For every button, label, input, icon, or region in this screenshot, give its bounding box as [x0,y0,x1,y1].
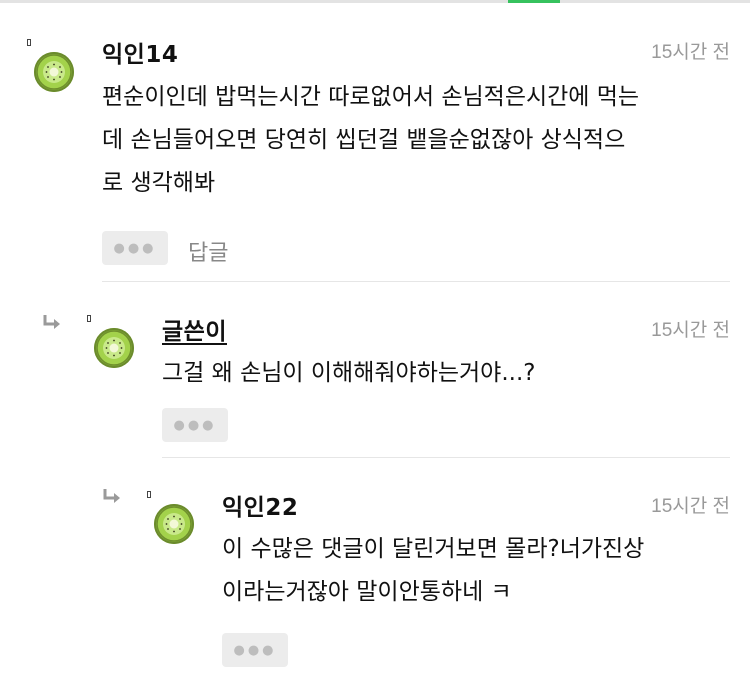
reply-arrow-icon [43,315,60,329]
more-options-button[interactable]: ●●● [162,408,228,442]
comment-author[interactable]: 익인22 [222,488,298,522]
comment-marker [87,315,91,322]
comment-text: 이 수많은 댓글이 달린거보면 몰라?너가진상 이라는거잖아 말이안통하네 ㅋ [222,528,732,614]
kiwi-icon[interactable] [34,52,74,92]
comment-text-line: 로 생각해봐 [102,170,216,196]
comment-text-line: 데 손님들어오면 당연히 씹던걸 뱉을순없잖아 상식적으 [102,127,626,153]
comment-text-line: 그걸 왜 손님이 이해해줘야하는거야...? [162,360,536,386]
comment-author[interactable]: 익인14 [102,35,178,69]
comment-text-line: 편순이인데 밥먹는시간 따로없어서 손님적은시간에 먹는 [102,84,640,110]
more-options-button[interactable]: ●●● [102,231,168,265]
comment-timestamp: 15시간 전 [651,320,730,341]
comment-text-line: 이라는거잖아 말이안통하네 ㅋ [222,579,512,605]
comment-timestamp: 15시간 전 [651,496,730,517]
comment-marker [147,491,151,498]
comment-marker [27,39,31,46]
reply-button[interactable]: 답글 [188,235,228,267]
comment-text-line: 이 수많은 댓글이 달린거보면 몰라?너가진상 [222,536,645,562]
comment-item: 익인22 15시간 전 이 수많은 댓글이 달린거보면 몰라?너가진상 이라는거… [0,458,750,680]
more-options-button[interactable]: ●●● [222,633,288,667]
comment-text: 그걸 왜 손님이 이해해줘야하는거야...? [162,352,722,395]
kiwi-icon[interactable] [154,504,194,544]
comment-item: 익인14 15시간 전 편순이인데 밥먹는시간 따로없어서 손님적은시간에 먹는… [0,0,750,280]
comment-timestamp: 15시간 전 [651,42,730,63]
comment-author[interactable]: 글쓴이 [162,312,227,346]
kiwi-icon[interactable] [94,328,134,368]
comment-text: 편순이인데 밥먹는시간 따로없어서 손님적은시간에 먹는 데 손님들어오면 당연… [102,76,732,205]
comment-item: 글쓴이 15시간 전 그걸 왜 손님이 이해해줘야하는거야...? ●●● [0,282,750,457]
reply-arrow-icon [103,489,120,503]
